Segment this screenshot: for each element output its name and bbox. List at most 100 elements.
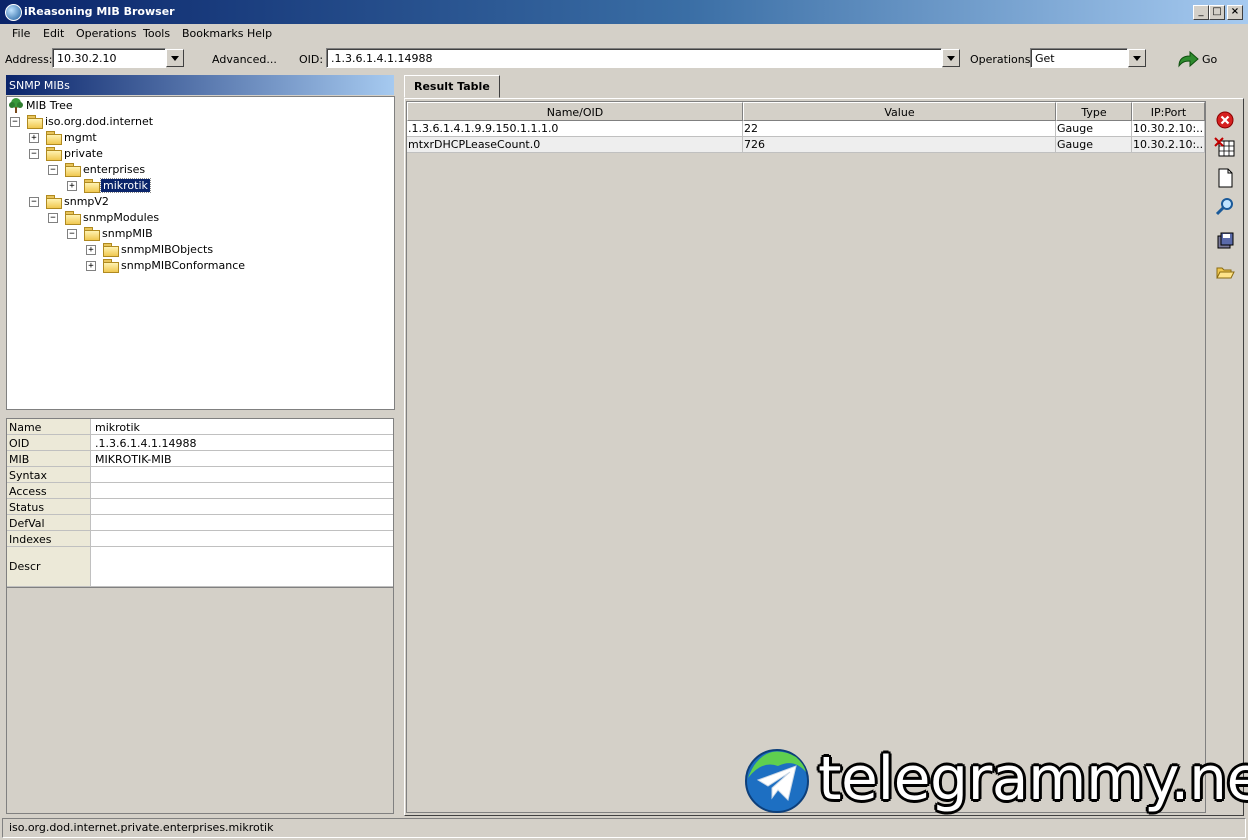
menu-bookmarks[interactable]: Bookmarks — [182, 27, 243, 40]
collapse-icon[interactable]: − — [29, 149, 39, 159]
collapse-icon[interactable]: − — [48, 165, 58, 175]
tree-node-label: snmpMIBConformance — [121, 259, 246, 272]
folder-icon — [103, 259, 119, 273]
tree-node-label-selected: mikrotik — [100, 178, 151, 193]
collapse-icon[interactable]: − — [29, 197, 39, 207]
operations-select[interactable]: Get — [1030, 48, 1128, 68]
menu-file[interactable]: File — [12, 27, 30, 40]
folder-icon — [46, 195, 62, 209]
advanced-button[interactable]: Advanced... — [212, 53, 277, 66]
result-grid[interactable]: Name/OID Value Type IP:Port .1.3.6.1.4.1… — [406, 101, 1206, 813]
result-toolbar — [1208, 101, 1242, 813]
address-input[interactable]: 10.30.2.10 — [52, 48, 166, 68]
properties-table: Name mikrotik OID .1.3.6.1.4.1.14988 MIB… — [6, 418, 394, 588]
tree-node-label: snmpV2 — [64, 195, 109, 208]
go-arrow-icon — [1178, 50, 1199, 68]
table-row[interactable]: mtxrDHCPLeaseCount.0 726 Gauge 10.30.2.1… — [407, 137, 1205, 153]
tree-node-label: private — [64, 147, 103, 160]
open-folder-icon[interactable] — [1214, 261, 1236, 283]
operations-dropdown-button[interactable] — [1128, 49, 1146, 67]
expand-icon[interactable]: + — [86, 261, 96, 271]
cell-type: Gauge — [1056, 121, 1132, 137]
expand-icon[interactable]: + — [67, 181, 77, 191]
folder-icon — [46, 147, 62, 161]
expand-icon[interactable]: + — [86, 245, 96, 255]
folder-icon — [84, 179, 100, 193]
collapse-icon[interactable]: − — [10, 117, 20, 127]
telegram-logo-icon — [745, 749, 809, 813]
tab-result-table[interactable]: Result Table — [404, 75, 500, 98]
property-row-defval: DefVal — [7, 515, 393, 531]
property-key: OID — [7, 435, 91, 450]
property-value[interactable]: mikrotik — [95, 421, 140, 434]
go-button[interactable]: Go — [1176, 50, 1236, 68]
address-dropdown-button[interactable] — [166, 49, 184, 67]
cell-ip-port: 10.30.2.10:... — [1132, 121, 1205, 137]
status-bar: iso.org.dod.internet.private.enterprises… — [2, 818, 1246, 838]
properties-empty-area — [6, 588, 394, 814]
snmp-mibs-header: SNMP MIBs — [6, 75, 394, 95]
minimize-button[interactable]: _ — [1193, 5, 1209, 20]
property-key: Indexes — [7, 531, 91, 546]
property-value[interactable]: MIKROTIK-MIB — [95, 453, 172, 466]
close-red-icon[interactable] — [1214, 109, 1236, 131]
close-button[interactable]: × — [1227, 5, 1243, 20]
tree-node-label: mgmt — [64, 131, 97, 144]
property-row-oid: OID .1.3.6.1.4.1.14988 — [7, 435, 393, 451]
menu-help[interactable]: Help — [247, 27, 272, 40]
property-row-access: Access — [7, 483, 393, 499]
expand-icon[interactable]: + — [29, 133, 39, 143]
folder-icon — [65, 163, 81, 177]
tree-node-label: MIB Tree — [26, 99, 73, 112]
column-header-ip-port[interactable]: IP:Port — [1132, 102, 1205, 121]
cell-name-oid: .1.3.6.1.4.1.9.9.150.1.1.1.0 — [407, 121, 743, 137]
save-icon[interactable] — [1214, 230, 1236, 252]
property-row-descr: Descr — [7, 547, 393, 587]
folder-icon — [84, 227, 100, 241]
collapse-icon[interactable]: − — [48, 213, 58, 223]
new-document-icon[interactable] — [1214, 167, 1236, 189]
property-key: Status — [7, 499, 91, 514]
table-row[interactable]: .1.3.6.1.4.1.9.9.150.1.1.1.0 22 Gauge 10… — [407, 121, 1205, 137]
maximize-button[interactable]: □ — [1209, 5, 1225, 20]
oid-label: OID: — [299, 53, 324, 66]
app-globe-icon — [5, 4, 22, 21]
cell-ip-port: 10.30.2.10:... — [1132, 137, 1205, 153]
menu-operations[interactable]: Operations — [76, 27, 136, 40]
collapse-icon[interactable]: − — [67, 229, 77, 239]
property-key: DefVal — [7, 515, 91, 530]
column-header-name-oid[interactable]: Name/OID — [407, 102, 743, 121]
cell-type: Gauge — [1056, 137, 1132, 153]
column-header-type[interactable]: Type — [1056, 102, 1132, 121]
property-row-mib: MIB MIKROTIK-MIB — [7, 451, 393, 467]
property-key: Syntax — [7, 467, 91, 482]
oid-dropdown-button[interactable] — [942, 49, 960, 67]
cell-name-oid: mtxrDHCPLeaseCount.0 — [407, 137, 743, 153]
property-row-indexes: Indexes — [7, 531, 393, 547]
property-key: MIB — [7, 451, 91, 466]
property-row-status: Status — [7, 499, 393, 515]
mib-tree-panel[interactable]: MIB Tree − iso.org.dod.internet + mgmt −… — [6, 96, 395, 410]
property-row-syntax: Syntax — [7, 467, 393, 483]
tree-node-label: enterprises — [83, 163, 146, 176]
tree-icon — [9, 98, 23, 113]
folder-icon — [46, 131, 62, 145]
column-header-value[interactable]: Value — [743, 102, 1056, 121]
oid-input[interactable]: .1.3.6.1.4.1.14988 — [326, 48, 942, 68]
delete-table-icon[interactable] — [1214, 137, 1236, 159]
cell-value: 726 — [743, 137, 1056, 153]
menu-edit[interactable]: Edit — [43, 27, 64, 40]
folder-icon — [65, 211, 81, 225]
folder-icon — [27, 115, 43, 129]
panel-splitter[interactable] — [398, 74, 402, 816]
watermark-text: telegrammy.net — [818, 744, 1248, 814]
cell-value: 22 — [743, 121, 1056, 137]
property-row-name: Name mikrotik — [7, 419, 393, 435]
property-key: Name — [7, 419, 91, 434]
folder-icon — [103, 243, 119, 257]
property-value[interactable]: .1.3.6.1.4.1.14988 — [95, 437, 196, 450]
address-label: Address: — [5, 53, 53, 66]
menu-tools[interactable]: Tools — [143, 27, 170, 40]
go-label: Go — [1202, 53, 1218, 66]
find-icon[interactable] — [1214, 196, 1236, 218]
